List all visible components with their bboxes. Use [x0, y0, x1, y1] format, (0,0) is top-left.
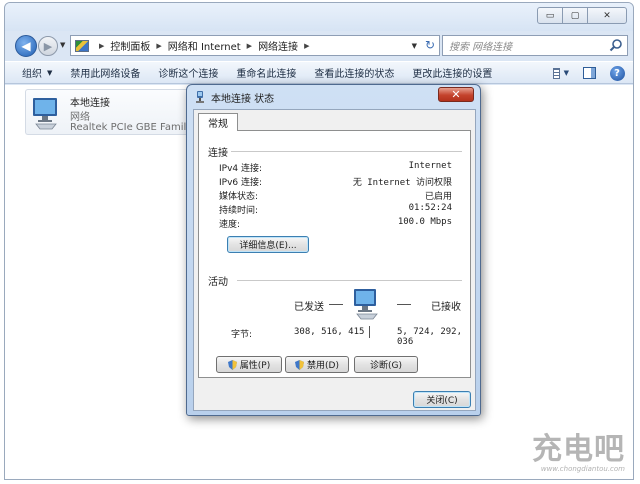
- command-bar: 组织 ▼ 禁用此网络设备 诊断这个连接 重命名此连接 查看此连接的状态 更改此连…: [5, 61, 633, 84]
- ipv6-label: IPv6 连接:: [219, 178, 263, 188]
- network-icon: [196, 91, 204, 103]
- adapter-name: 本地连接: [70, 98, 110, 109]
- diagnose-button[interactable]: 诊断(G): [354, 356, 418, 373]
- media-state-label: 媒体状态:: [219, 192, 259, 202]
- recent-pages-dropdown-icon[interactable]: ▼: [60, 41, 65, 49]
- diagnose-connection-button[interactable]: 诊断这个连接: [149, 65, 227, 80]
- control-panel-icon: [75, 39, 89, 52]
- search-input[interactable]: 搜索 网络连接: [442, 35, 628, 56]
- dialog-close-icon[interactable]: ✕: [438, 87, 474, 102]
- shield-icon: [227, 359, 237, 370]
- organize-menu[interactable]: 组织 ▼: [13, 65, 61, 81]
- chevron-down-icon: ▼: [563, 69, 569, 77]
- general-tab-panel: 连接 IPv4 连接: Internet IPv6 连接: 无 Internet…: [198, 130, 471, 378]
- chevron-right-icon[interactable]: ▶: [156, 42, 161, 50]
- title-bar: ▭ ▢ ✕: [5, 3, 633, 31]
- chevron-right-icon[interactable]: ▶: [99, 42, 104, 50]
- bytes-label: 字节:: [231, 330, 253, 340]
- received-line: [397, 304, 411, 305]
- dialog-title-bar: 本地连接 状态: [195, 89, 274, 105]
- breadcrumb: ▶ 控制面板 ▶ 网络和 Internet ▶ 网络连接 ▶: [93, 38, 315, 54]
- adapter-device: Realtek PCIe GBE Family C: [70, 122, 203, 133]
- help-icon: ?: [609, 65, 625, 81]
- close-window-button[interactable]: ✕: [587, 7, 627, 24]
- sent-line: [329, 304, 343, 305]
- duration-label: 持续时间:: [219, 206, 259, 216]
- forward-button[interactable]: ▶: [38, 36, 58, 56]
- disable-device-button[interactable]: 禁用此网络设备: [61, 65, 149, 80]
- toolbar-right-controls: ▼ ?: [541, 65, 625, 81]
- change-view-button[interactable]: ▼: [553, 65, 569, 81]
- received-label: 已接收: [431, 302, 461, 313]
- organize-label: 组织: [22, 69, 42, 80]
- breadcrumb-control-panel[interactable]: 控制面板: [110, 38, 150, 53]
- activity-divider: [237, 280, 462, 281]
- preview-pane-icon: [582, 67, 596, 79]
- rename-connection-button[interactable]: 重命名此连接: [227, 65, 305, 80]
- adapter-status: 网络: [70, 112, 90, 123]
- views-icon: [553, 67, 560, 79]
- status-dialog: 本地连接 状态 ✕ 常规 连接 IPv4 连接: Internet IPv6 连…: [186, 84, 481, 416]
- activity-group-label: 活动: [208, 277, 228, 288]
- duration-value: 01:52:24: [408, 203, 452, 213]
- bytes-divider: [369, 326, 370, 338]
- breadcrumb-network-internet[interactable]: 网络和 Internet: [168, 38, 241, 53]
- maximize-button[interactable]: ▢: [562, 7, 588, 24]
- breadcrumb-network-connections[interactable]: 网络连接: [258, 38, 298, 53]
- connection-divider: [231, 151, 462, 152]
- view-status-button[interactable]: 查看此连接的状态: [305, 65, 403, 80]
- back-button[interactable]: ◀: [15, 35, 37, 57]
- chevron-right-icon[interactable]: ▶: [247, 42, 252, 50]
- sent-label: 已发送: [294, 302, 324, 313]
- ipv4-label: IPv4 连接:: [219, 164, 263, 174]
- help-button[interactable]: ?: [609, 65, 625, 81]
- minimize-button[interactable]: ▭: [537, 7, 563, 24]
- search-icon[interactable]: [609, 38, 623, 52]
- ipv4-value: Internet: [408, 161, 452, 171]
- search-placeholder: 搜索 网络连接: [449, 42, 513, 53]
- chevron-down-icon: ▼: [47, 68, 53, 77]
- refresh-icon[interactable]: ↻: [425, 38, 435, 52]
- network-adapter-icon: [33, 98, 57, 130]
- address-bar[interactable]: ▶ 控制面板 ▶ 网络和 Internet ▶ 网络连接 ▶ ▼ ↻: [70, 35, 440, 56]
- watermark-logo: 充电吧: [532, 432, 625, 467]
- tab-general[interactable]: 常规: [198, 113, 238, 131]
- shield-icon: [295, 359, 305, 370]
- bytes-sent-value: 308, 516, 415: [294, 327, 365, 337]
- dialog-title: 本地连接 状态: [211, 93, 275, 105]
- details-button[interactable]: 详细信息(E)...: [227, 236, 309, 253]
- address-dropdown-icon[interactable]: ▼: [412, 42, 417, 50]
- dialog-body: 常规 连接 IPv4 连接: Internet IPv6 连接: 无 Inter…: [193, 109, 476, 411]
- adapter-item[interactable]: 本地连接 网络 Realtek PCIe GBE Family C: [25, 89, 205, 135]
- ipv6-value: 无 Internet 访问权限: [352, 178, 452, 188]
- navigation-bar: ◀ ▶ ▼ ▶ 控制面板 ▶ 网络和 Internet ▶ 网络连接 ▶ ▼ ↻…: [5, 31, 633, 61]
- network-activity-icon: [354, 289, 378, 320]
- watermark: 充电吧 www.chongdiantou.com: [532, 432, 625, 474]
- dialog-close-button[interactable]: 关闭(C): [413, 391, 471, 408]
- disable-label: 禁用(D): [307, 361, 339, 371]
- connection-group-label: 连接: [208, 148, 228, 159]
- watermark-url: www.chongdiantou.com: [540, 465, 625, 473]
- change-settings-button[interactable]: 更改此连接的设置: [403, 65, 501, 80]
- preview-pane-button[interactable]: [581, 65, 597, 81]
- window-controls: ▭ ▢ ✕: [537, 7, 627, 24]
- properties-label: 属性(P): [239, 361, 271, 371]
- properties-button[interactable]: 属性(P): [216, 356, 282, 373]
- speed-value: 100.0 Mbps: [397, 217, 452, 227]
- disable-button[interactable]: 禁用(D): [285, 356, 349, 373]
- speed-label: 速度:: [219, 220, 241, 230]
- bytes-received-value: 5, 724, 292, 036: [397, 327, 463, 347]
- chevron-right-icon[interactable]: ▶: [304, 42, 309, 50]
- media-state-value: 已启用: [424, 192, 452, 202]
